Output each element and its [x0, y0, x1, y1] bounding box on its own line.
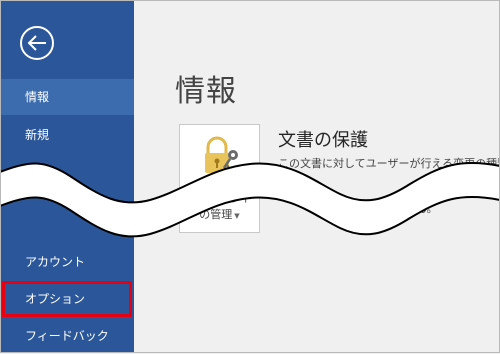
protect-document-description-tail: りません。	[383, 202, 438, 215]
sidebar-item-open[interactable]: 開く	[0, 153, 134, 189]
lock-key-icon	[202, 135, 242, 179]
sidebar-item-label: 情報	[25, 90, 50, 104]
sidebar-item-label: フィードバック	[25, 329, 109, 343]
chevron-down-icon: ▼	[234, 212, 240, 220]
info-panel: 情報 ドキュメント の管理 ▼ 文書の保護 この文書に対してユーザーが行える変更の…	[134, 0, 500, 353]
manage-document-label: ドキュメント の管理 ▼	[180, 191, 259, 224]
protect-document-heading: 文書の保護	[278, 130, 368, 151]
backstage-sidebar: 情報 新規 開く アカウント オプション フィードバック	[0, 0, 134, 353]
sidebar-item-options[interactable]: オプション	[2, 281, 132, 317]
back-arrow-icon	[20, 26, 54, 60]
sidebar-item-new[interactable]: 新規	[0, 117, 134, 153]
sidebar-item-label: アカウント	[25, 255, 86, 269]
manage-document-label-line2: の管理	[199, 208, 233, 221]
manage-document-label-line1: ドキュメント	[186, 192, 253, 205]
sidebar-item-label: オプション	[25, 292, 86, 306]
page-title: 情報	[175, 74, 237, 109]
protect-document-description: この文書に対してユーザーが行える変更の種類	[278, 157, 500, 170]
sidebar-item-label: 開く	[25, 164, 50, 178]
manage-document-button[interactable]: ドキュメント の管理 ▼	[179, 124, 260, 233]
back-button[interactable]	[19, 25, 55, 61]
sidebar-item-info[interactable]: 情報	[0, 79, 134, 115]
sidebar-item-label: 新規	[25, 128, 50, 142]
sidebar-item-account[interactable]: アカウント	[0, 244, 134, 280]
sidebar-item-feedback[interactable]: フィードバック	[0, 318, 134, 354]
